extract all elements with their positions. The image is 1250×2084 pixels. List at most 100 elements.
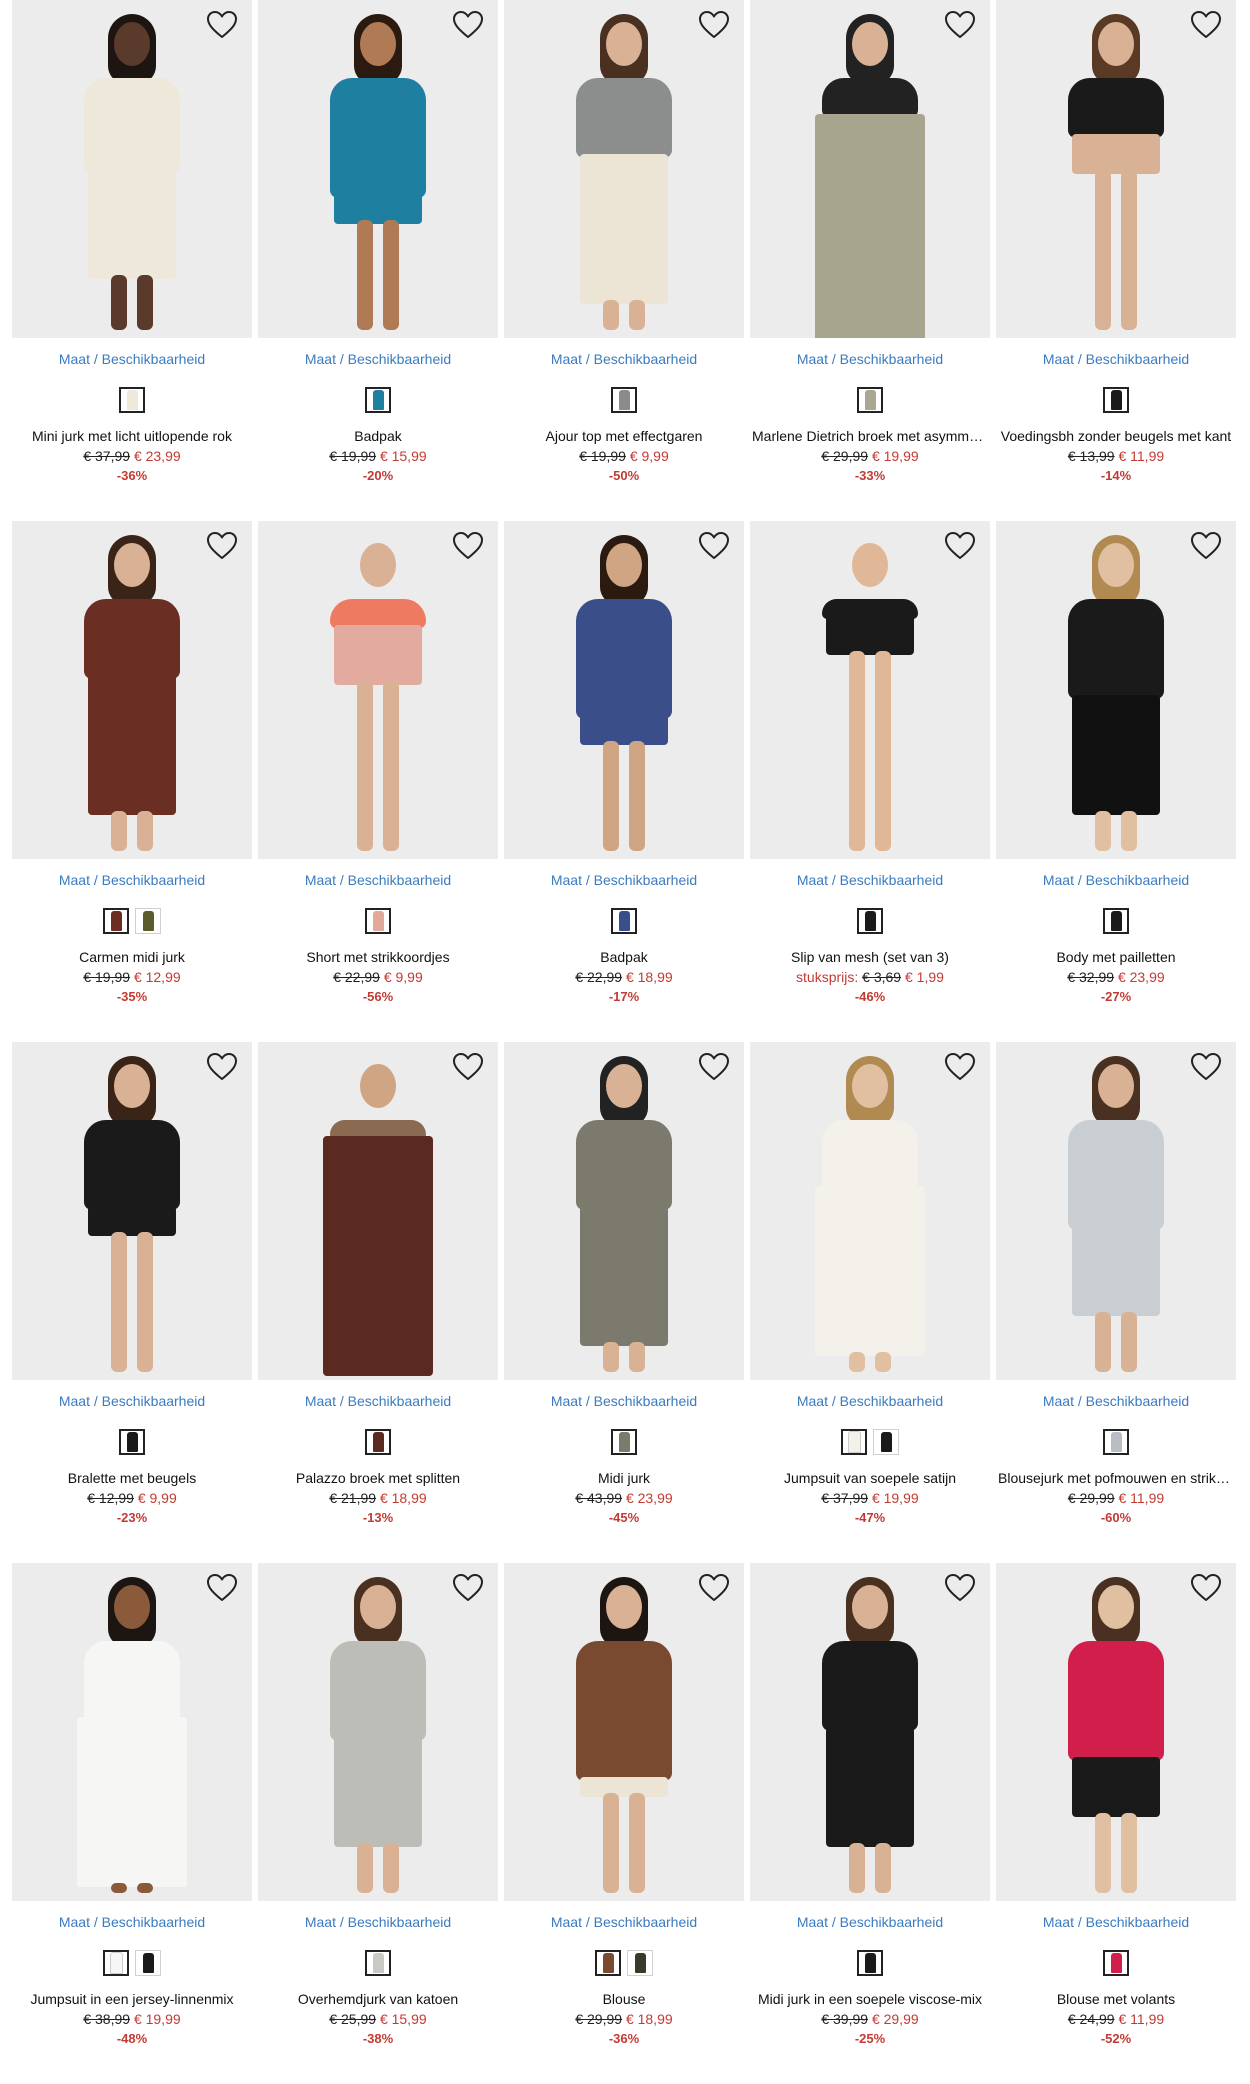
product-image[interactable] bbox=[996, 521, 1236, 859]
favorite-heart-icon[interactable] bbox=[452, 1052, 484, 1082]
product-name[interactable]: Jumpsuit in een jersey-linnenmix bbox=[12, 1991, 252, 2008]
size-availability-link[interactable]: Maat / Beschikbaarheid bbox=[258, 872, 498, 890]
size-availability-link[interactable]: Maat / Beschikbaarheid bbox=[996, 1914, 1236, 1932]
product-image[interactable] bbox=[504, 1563, 744, 1901]
favorite-heart-icon[interactable] bbox=[698, 1052, 730, 1082]
product-card[interactable]: Maat / Beschikbaarheid Carmen midi jurk € … bbox=[12, 521, 252, 1042]
color-swatch[interactable] bbox=[365, 387, 391, 413]
product-image[interactable] bbox=[504, 1042, 744, 1380]
product-card[interactable]: Maat / Beschikbaarheid Ajour top met effe… bbox=[504, 0, 744, 521]
color-swatch[interactable] bbox=[119, 1429, 145, 1455]
color-swatch[interactable] bbox=[103, 908, 129, 934]
product-card[interactable]: Maat / Beschikbaarheid Overhemdjurk van k… bbox=[258, 1563, 498, 2084]
size-availability-link[interactable]: Maat / Beschikbaarheid bbox=[996, 872, 1236, 890]
product-card[interactable]: Maat / Beschikbaarheid Badpak € 19,99 € 15… bbox=[258, 0, 498, 521]
product-name[interactable]: Midi jurk bbox=[504, 1470, 744, 1487]
product-name[interactable]: Blousejurk met pofmouwen en strikceintuu… bbox=[996, 1470, 1236, 1487]
size-availability-link[interactable]: Maat / Beschikbaarheid bbox=[750, 872, 990, 890]
product-name[interactable]: Jumpsuit van soepele satijn bbox=[750, 1470, 990, 1487]
product-name[interactable]: Palazzo broek met splitten bbox=[258, 1470, 498, 1487]
product-image[interactable] bbox=[258, 1042, 498, 1380]
product-name[interactable]: Blouse bbox=[504, 1991, 744, 2008]
product-image[interactable] bbox=[996, 0, 1236, 338]
color-swatch[interactable] bbox=[611, 1429, 637, 1455]
favorite-heart-icon[interactable] bbox=[1190, 1573, 1222, 1603]
color-swatch[interactable] bbox=[119, 387, 145, 413]
product-image[interactable] bbox=[504, 0, 744, 338]
product-name[interactable]: Short met strikkoordjes bbox=[258, 949, 498, 966]
size-availability-link[interactable]: Maat / Beschikbaarheid bbox=[12, 1914, 252, 1932]
product-name[interactable]: Slip van mesh (set van 3) bbox=[750, 949, 990, 966]
favorite-heart-icon[interactable] bbox=[452, 10, 484, 40]
size-availability-link[interactable]: Maat / Beschikbaarheid bbox=[12, 351, 252, 369]
favorite-heart-icon[interactable] bbox=[698, 10, 730, 40]
color-swatch[interactable] bbox=[873, 1429, 899, 1455]
size-availability-link[interactable]: Maat / Beschikbaarheid bbox=[504, 872, 744, 890]
size-availability-link[interactable]: Maat / Beschikbaarheid bbox=[12, 1393, 252, 1411]
product-image[interactable] bbox=[750, 1042, 990, 1380]
product-image[interactable] bbox=[750, 0, 990, 338]
color-swatch[interactable] bbox=[857, 908, 883, 934]
color-swatch[interactable] bbox=[365, 908, 391, 934]
product-card[interactable]: Maat / Beschikbaarheid Midi jurk € 43,99 €… bbox=[504, 1042, 744, 1563]
favorite-heart-icon[interactable] bbox=[698, 531, 730, 561]
product-image[interactable] bbox=[504, 521, 744, 859]
favorite-heart-icon[interactable] bbox=[452, 1573, 484, 1603]
color-swatch[interactable] bbox=[611, 908, 637, 934]
size-availability-link[interactable]: Maat / Beschikbaarheid bbox=[12, 872, 252, 890]
color-swatch[interactable] bbox=[135, 908, 161, 934]
product-image[interactable] bbox=[750, 1563, 990, 1901]
product-name[interactable]: Midi jurk in een soepele viscose-mix bbox=[750, 1991, 990, 2008]
product-image[interactable] bbox=[996, 1042, 1236, 1380]
size-availability-link[interactable]: Maat / Beschikbaarheid bbox=[258, 1393, 498, 1411]
product-card[interactable]: Maat / Beschikbaarheid Short met strikkoo… bbox=[258, 521, 498, 1042]
favorite-heart-icon[interactable] bbox=[944, 531, 976, 561]
product-card[interactable]: Maat / Beschikbaarheid Badpak € 22,99 € 18… bbox=[504, 521, 744, 1042]
product-image[interactable] bbox=[258, 1563, 498, 1901]
favorite-heart-icon[interactable] bbox=[1190, 531, 1222, 561]
product-image[interactable] bbox=[12, 1563, 252, 1901]
size-availability-link[interactable]: Maat / Beschikbaarheid bbox=[996, 351, 1236, 369]
favorite-heart-icon[interactable] bbox=[944, 1573, 976, 1603]
color-swatch[interactable] bbox=[841, 1429, 867, 1455]
product-card[interactable]: Maat / Beschikbaarheid Body met paillette… bbox=[996, 521, 1236, 1042]
color-swatch[interactable] bbox=[1103, 1429, 1129, 1455]
size-availability-link[interactable]: Maat / Beschikbaarheid bbox=[750, 351, 990, 369]
size-availability-link[interactable]: Maat / Beschikbaarheid bbox=[504, 1914, 744, 1932]
product-image[interactable] bbox=[750, 521, 990, 859]
color-swatch[interactable] bbox=[857, 1950, 883, 1976]
product-card[interactable]: Maat / Beschikbaarheid Blousejurk met pof… bbox=[996, 1042, 1236, 1563]
favorite-heart-icon[interactable] bbox=[944, 1052, 976, 1082]
product-card[interactable]: Maat / Beschikbaarheid Blouse € 29,99 € 18… bbox=[504, 1563, 744, 2084]
favorite-heart-icon[interactable] bbox=[944, 10, 976, 40]
color-swatch[interactable] bbox=[1103, 908, 1129, 934]
product-name[interactable]: Ajour top met effectgaren bbox=[504, 428, 744, 445]
favorite-heart-icon[interactable] bbox=[452, 531, 484, 561]
color-swatch[interactable] bbox=[611, 387, 637, 413]
product-card[interactable]: Maat / Beschikbaarheid Palazzo broek met … bbox=[258, 1042, 498, 1563]
size-availability-link[interactable]: Maat / Beschikbaarheid bbox=[504, 1393, 744, 1411]
product-name[interactable]: Overhemdjurk van katoen bbox=[258, 1991, 498, 2008]
size-availability-link[interactable]: Maat / Beschikbaarheid bbox=[258, 351, 498, 369]
color-swatch[interactable] bbox=[365, 1429, 391, 1455]
size-availability-link[interactable]: Maat / Beschikbaarheid bbox=[258, 1914, 498, 1932]
product-name[interactable]: Voedingsbh zonder beugels met kant bbox=[996, 428, 1236, 445]
size-availability-link[interactable]: Maat / Beschikbaarheid bbox=[996, 1393, 1236, 1411]
product-image[interactable] bbox=[258, 0, 498, 338]
product-image[interactable] bbox=[996, 1563, 1236, 1901]
favorite-heart-icon[interactable] bbox=[206, 531, 238, 561]
product-card[interactable]: Maat / Beschikbaarheid Voedingsbh zonder … bbox=[996, 0, 1236, 521]
color-swatch[interactable] bbox=[1103, 387, 1129, 413]
color-swatch[interactable] bbox=[627, 1950, 653, 1976]
color-swatch[interactable] bbox=[857, 387, 883, 413]
favorite-heart-icon[interactable] bbox=[698, 1573, 730, 1603]
color-swatch[interactable] bbox=[595, 1950, 621, 1976]
product-name[interactable]: Badpak bbox=[258, 428, 498, 445]
color-swatch[interactable] bbox=[103, 1950, 129, 1976]
color-swatch[interactable] bbox=[365, 1950, 391, 1976]
product-card[interactable]: Maat / Beschikbaarheid Jumpsuit in een je… bbox=[12, 1563, 252, 2084]
size-availability-link[interactable]: Maat / Beschikbaarheid bbox=[750, 1914, 990, 1932]
product-card[interactable]: Maat / Beschikbaarheid Blouse met volants… bbox=[996, 1563, 1236, 2084]
color-swatch[interactable] bbox=[1103, 1950, 1129, 1976]
favorite-heart-icon[interactable] bbox=[206, 1052, 238, 1082]
